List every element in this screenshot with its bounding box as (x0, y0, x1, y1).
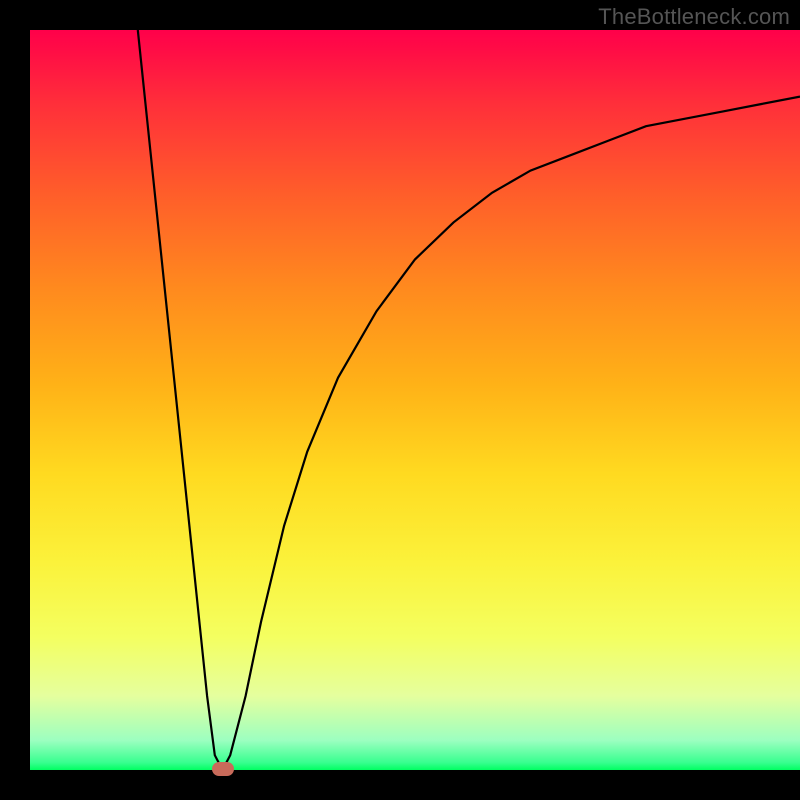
chart-frame: TheBottleneck.com (0, 0, 800, 800)
bottleneck-curve (30, 30, 800, 770)
watermark-text: TheBottleneck.com (598, 4, 790, 30)
optimal-point-marker (212, 762, 234, 776)
curve-path (138, 30, 800, 770)
